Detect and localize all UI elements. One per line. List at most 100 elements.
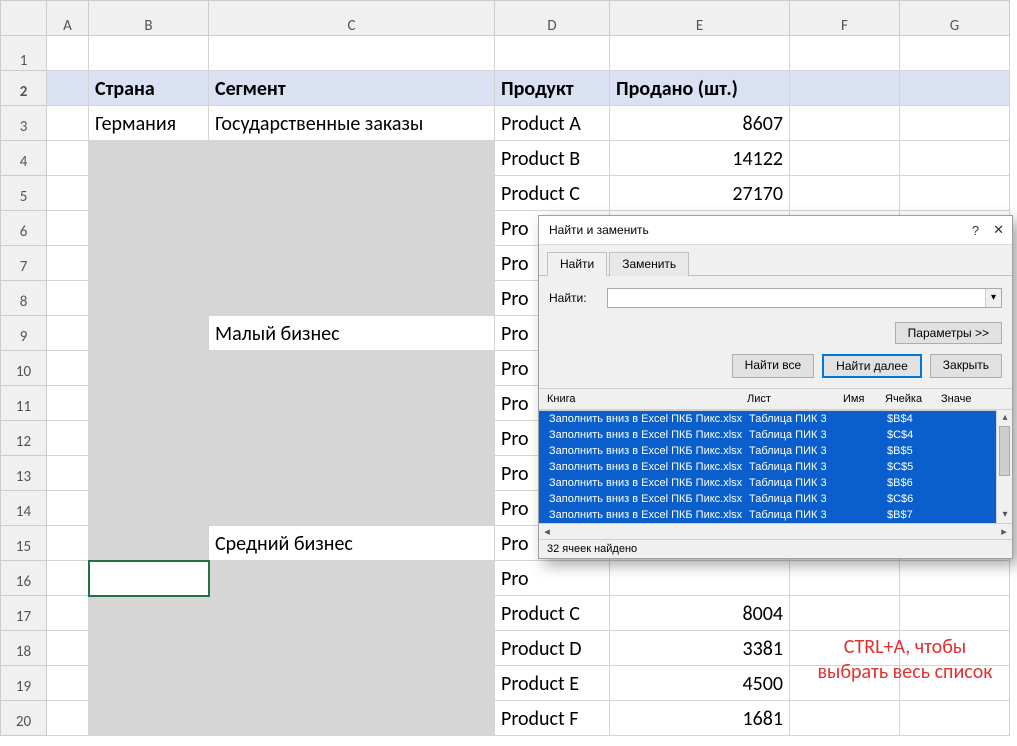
result-row[interactable]: Заполнить вниз в Excel ПКБ Пикс.xlsxТабл…: [539, 427, 1012, 443]
cell-F3[interactable]: [790, 106, 900, 141]
find-replace-dialog[interactable]: Найти и заменить ? ✕ Найти Заменить Найт…: [538, 215, 1013, 559]
cell-C19[interactable]: [209, 666, 495, 701]
close-icon[interactable]: ✕: [993, 222, 1004, 238]
results-scrollbar-horizontal[interactable]: ◂ ▸: [539, 523, 1012, 539]
cell-G1[interactable]: [900, 36, 1010, 71]
row-header-13[interactable]: 13: [1, 456, 47, 491]
tab-replace[interactable]: Заменить: [609, 252, 689, 276]
cell-A14[interactable]: [47, 491, 89, 526]
col-header-f[interactable]: F: [790, 1, 900, 36]
cell-G3[interactable]: [900, 106, 1010, 141]
cell-B19[interactable]: [89, 666, 209, 701]
cell-A2[interactable]: [47, 71, 89, 106]
cell-F16[interactable]: [790, 561, 900, 596]
result-row[interactable]: Заполнить вниз в Excel ПКБ Пикс.xlsxТабл…: [539, 459, 1012, 475]
cell-B20[interactable]: [89, 701, 209, 736]
cell-A16[interactable]: [47, 561, 89, 596]
col-header-e[interactable]: E: [610, 1, 790, 36]
cell-G20[interactable]: [900, 701, 1010, 736]
result-row[interactable]: Заполнить вниз в Excel ПКБ Пикс.xlsxТабл…: [539, 475, 1012, 491]
find-next-button[interactable]: Найти далее: [822, 354, 922, 378]
cell-B1[interactable]: [89, 36, 209, 71]
cell-B15[interactable]: [89, 526, 209, 561]
row-header-19[interactable]: 19: [1, 666, 47, 701]
cell-A20[interactable]: [47, 701, 89, 736]
row-header-20[interactable]: 20: [1, 701, 47, 736]
row-header-12[interactable]: 12: [1, 421, 47, 456]
row-header-11[interactable]: 11: [1, 386, 47, 421]
cell-F20[interactable]: [790, 701, 900, 736]
cell-B12[interactable]: [89, 421, 209, 456]
cell-D20[interactable]: Product F: [495, 701, 610, 736]
cell-B5[interactable]: [89, 176, 209, 211]
row-header-7[interactable]: 7: [1, 246, 47, 281]
cell-A4[interactable]: [47, 141, 89, 176]
cell-A17[interactable]: [47, 596, 89, 631]
help-icon[interactable]: ?: [972, 223, 979, 238]
cell-D19[interactable]: Product E: [495, 666, 610, 701]
cell-F4[interactable]: [790, 141, 900, 176]
find-input-combo[interactable]: ▾: [607, 288, 1002, 308]
cell-C14[interactable]: [209, 491, 495, 526]
cell-C12[interactable]: [209, 421, 495, 456]
col-name[interactable]: Имя: [843, 391, 885, 407]
row-header-1[interactable]: 1: [1, 36, 47, 71]
results-list[interactable]: Заполнить вниз в Excel ПКБ Пикс.xlsxТабл…: [539, 410, 1012, 523]
row-header-8[interactable]: 8: [1, 281, 47, 316]
row-header-18[interactable]: 18: [1, 631, 47, 666]
cell-A5[interactable]: [47, 176, 89, 211]
cell-D4[interactable]: Product B: [495, 141, 610, 176]
cell-A11[interactable]: [47, 386, 89, 421]
cell-B8[interactable]: [89, 281, 209, 316]
cell-C7[interactable]: [209, 246, 495, 281]
cell-B10[interactable]: [89, 351, 209, 386]
cell-E4[interactable]: 14122: [610, 141, 790, 176]
tab-find[interactable]: Найти: [547, 252, 607, 276]
row-header-14[interactable]: 14: [1, 491, 47, 526]
row-header-15[interactable]: 15: [1, 526, 47, 561]
scroll-thumb[interactable]: [999, 426, 1010, 476]
cell-E17[interactable]: 8004: [610, 596, 790, 631]
cell-C13[interactable]: [209, 456, 495, 491]
col-cell[interactable]: Ячейка: [885, 391, 941, 407]
cell-A9[interactable]: [47, 316, 89, 351]
row-header-6[interactable]: 6: [1, 211, 47, 246]
cell-B18[interactable]: [89, 631, 209, 666]
row-header-3[interactable]: 3: [1, 106, 47, 141]
cell-D16[interactable]: Pro: [495, 561, 610, 596]
cell-A13[interactable]: [47, 456, 89, 491]
cell-B6[interactable]: [89, 211, 209, 246]
select-all-corner[interactable]: [1, 1, 47, 36]
col-header-a[interactable]: A: [47, 1, 89, 36]
cell-B11[interactable]: [89, 386, 209, 421]
result-row[interactable]: Заполнить вниз в Excel ПКБ Пикс.xlsxТабл…: [539, 411, 1012, 427]
cell-F5[interactable]: [790, 176, 900, 211]
cell-F1[interactable]: [790, 36, 900, 71]
cell-C9[interactable]: Малый бизнес: [209, 316, 495, 351]
scroll-left-icon[interactable]: ◂: [539, 524, 555, 540]
result-row[interactable]: Заполнить вниз в Excel ПКБ Пикс.xlsxТабл…: [539, 443, 1012, 459]
row-header-4[interactable]: 4: [1, 141, 47, 176]
cell-D3[interactable]: Product A: [495, 106, 610, 141]
cell-A10[interactable]: [47, 351, 89, 386]
cell-C20[interactable]: [209, 701, 495, 736]
cell-D5[interactable]: Product C: [495, 176, 610, 211]
cell-G16[interactable]: [900, 561, 1010, 596]
cell-B2[interactable]: Страна: [89, 71, 209, 106]
cell-C8[interactable]: [209, 281, 495, 316]
cell-G5[interactable]: [900, 176, 1010, 211]
cell-C1[interactable]: [209, 36, 495, 71]
cell-E20[interactable]: 1681: [610, 701, 790, 736]
cell-E3[interactable]: 8607: [610, 106, 790, 141]
cell-C17[interactable]: [209, 596, 495, 631]
params-button[interactable]: Параметры >>: [895, 322, 1002, 344]
cell-A19[interactable]: [47, 666, 89, 701]
results-header[interactable]: Книга Лист Имя Ячейка Значе: [539, 389, 1012, 410]
cell-B17[interactable]: [89, 596, 209, 631]
cell-F2[interactable]: [790, 71, 900, 106]
col-sheet[interactable]: Лист: [747, 391, 843, 407]
cell-B14[interactable]: [89, 491, 209, 526]
result-row[interactable]: Заполнить вниз в Excel ПКБ Пикс.xlsxТабл…: [539, 507, 1012, 523]
scroll-up-icon[interactable]: ▴: [997, 410, 1013, 426]
row-header-16[interactable]: 16: [1, 561, 47, 596]
